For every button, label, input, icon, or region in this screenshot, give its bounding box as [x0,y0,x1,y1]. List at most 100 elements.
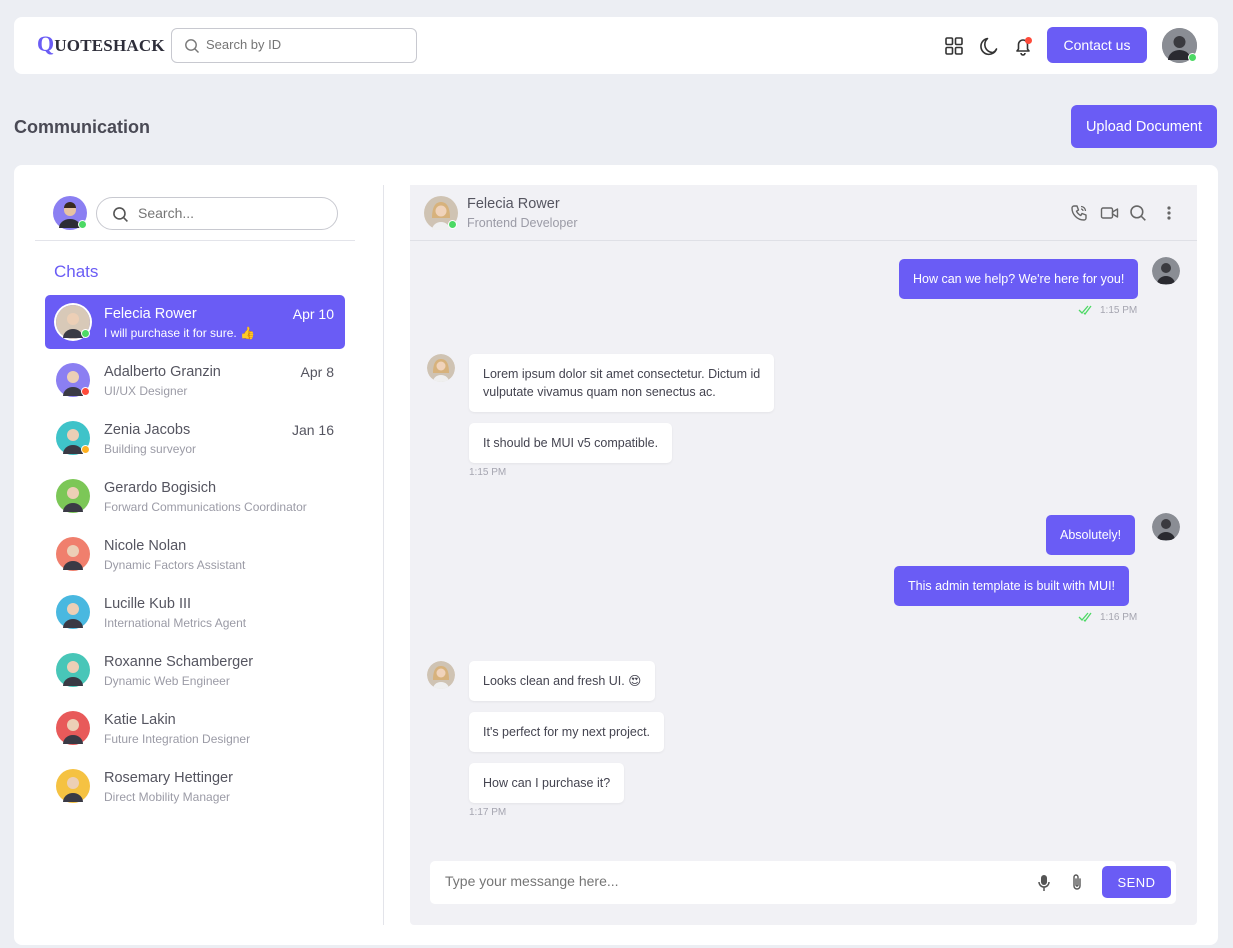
message-time: 1:17 PM [469,807,507,818]
phone-call-icon[interactable] [1070,204,1088,222]
chat-sub: Building surveyor [104,442,197,456]
search-conversation-icon[interactable] [1129,204,1147,222]
chat-sub: Dynamic Web Engineer [104,674,230,688]
incoming-message: It's perfect for my next project. [469,712,665,752]
attachment-paperclip-icon[interactable] [1070,873,1084,892]
outgoing-message: This admin template is built with MUI! [894,566,1130,606]
chat-sidebar: Chats Felecia Rower I will purchase it fo… [35,185,355,925]
chat-name: Roxanne Schamberger [104,654,254,670]
conversation-panel: Felecia Rower Frontend Developer How can… [410,185,1197,925]
chat-name: Adalberto Granzin [104,364,221,380]
apps-grid-icon[interactable] [943,35,965,57]
chat-search-input[interactable] [138,205,328,221]
message-time: 1:15 PM [1100,305,1138,316]
sender-avatar [1152,513,1180,541]
conversation-header: Felecia Rower Frontend Developer [410,185,1197,241]
chat-name: Rosemary Hettinger [104,770,233,786]
incoming-message: Looks clean and fresh UI. 😍 [469,661,656,701]
chat-date: Jan 16 [291,422,334,438]
avatar-image [56,769,90,803]
avatar-image [56,537,90,571]
chat-sub: Forward Communications Coordinator [104,500,307,514]
user-avatar[interactable] [1162,28,1197,63]
incoming-message: It should be MUI v5 compatible. [469,423,673,463]
read-receipt-icon [1078,305,1092,315]
more-options-icon[interactable] [1164,204,1174,222]
online-status-dot [448,220,457,229]
chat-avatar [56,537,90,571]
chat-avatar [56,479,90,513]
outgoing-message: How can we help? We're here for you! [899,259,1139,299]
contact-us-button[interactable]: Contact us [1047,27,1147,63]
outgoing-message: Absolutely! [1046,515,1136,555]
chat-date: Apr 10 [292,306,334,322]
contact-name: Felecia Rower [467,196,560,212]
chat-list-item[interactable]: Felecia Rower I will purchase it for sure… [45,295,345,349]
chat-search-field[interactable] [96,197,338,230]
chats-heading: Chats [54,262,99,281]
panel-divider [383,185,384,925]
chat-list-item[interactable]: Katie Lakin Future Integration Designer [45,701,345,759]
chat-list-item[interactable]: Adalberto Granzin UI/UX Designer Apr 8 [45,353,345,411]
chat-name: Gerardo Bogisich [104,480,217,496]
chat-list-item[interactable]: Gerardo Bogisich Forward Communications C… [45,469,345,527]
chat-list-item[interactable]: Zenia Jacobs Building surveyor Jan 16 [45,411,345,469]
chat-list-item[interactable]: Nicole Nolan Dynamic Factors Assistant [45,527,345,585]
avatar-image [56,595,90,629]
notification-badge [1025,37,1032,44]
video-call-icon[interactable] [1100,204,1119,222]
upload-document-button[interactable]: Upload Document [1071,105,1217,148]
chat-list-item[interactable]: Rosemary Hettinger Direct Mobility Manage… [45,759,345,817]
chat-sub: International Metrics Agent [104,616,247,630]
chat-name: Zenia Jacobs [104,422,191,438]
dark-mode-moon-icon[interactable] [978,35,1000,57]
page-title: Communication [14,117,151,137]
chat-sub: UI/UX Designer [104,384,188,398]
message-composer: SEND [430,861,1176,904]
microphone-icon[interactable] [1037,874,1051,892]
chat-avatar [56,595,90,629]
avatar-image [56,653,90,687]
read-receipt-icon [1078,612,1092,622]
chat-name: Katie Lakin [104,712,176,728]
send-button[interactable]: SEND [1102,866,1171,898]
avatar-image [56,479,90,513]
chat-name: Nicole Nolan [104,538,187,554]
message-time: 1:16 PM [1100,612,1138,623]
chat-date: Apr 8 [300,364,334,380]
contact-message-avatar [427,661,455,689]
message-input[interactable] [445,873,1005,889]
chat-sub: I will purchase it for sure. 👍 [104,326,255,340]
presence-status-dot [81,329,90,338]
contact-role: Frontend Developer [467,216,578,230]
presence-status-dot [81,387,90,396]
search-icon [113,207,128,222]
contact-avatar[interactable] [424,196,458,230]
contact-message-avatar [427,354,455,382]
my-avatar[interactable] [53,196,87,230]
chat-name: Felecia Rower [104,306,197,322]
communication-card: Chats Felecia Rower I will purchase it fo… [14,165,1218,945]
chat-avatar [56,769,90,803]
online-status-dot [1188,53,1197,62]
sender-avatar [1152,257,1180,285]
chat-list-item[interactable]: Roxanne Schamberger Dynamic Web Engineer [45,643,345,701]
chat-sub: Direct Mobility Manager [104,790,231,804]
chat-name: Lucille Kub III [104,596,192,612]
incoming-message: Lorem ipsum dolor sit amet consectetur. … [469,354,775,412]
logo[interactable]: QUOTESHACK [37,31,165,57]
search-by-id-field[interactable] [171,28,417,63]
chat-avatar [56,653,90,687]
online-status-dot [78,220,87,229]
avatar-image [56,711,90,745]
chat-sub: Future Integration Designer [104,732,251,746]
search-icon [185,39,199,53]
incoming-message: How can I purchase it? [469,763,625,803]
top-bar: QUOTESHACK Contact us [14,17,1218,74]
message-time: 1:15 PM [469,467,507,478]
chat-avatar [56,711,90,745]
search-by-id-input[interactable] [206,37,406,52]
presence-status-dot [81,445,90,454]
sidebar-header [35,185,355,241]
chat-list-item[interactable]: Lucille Kub III International Metrics Age… [45,585,345,643]
